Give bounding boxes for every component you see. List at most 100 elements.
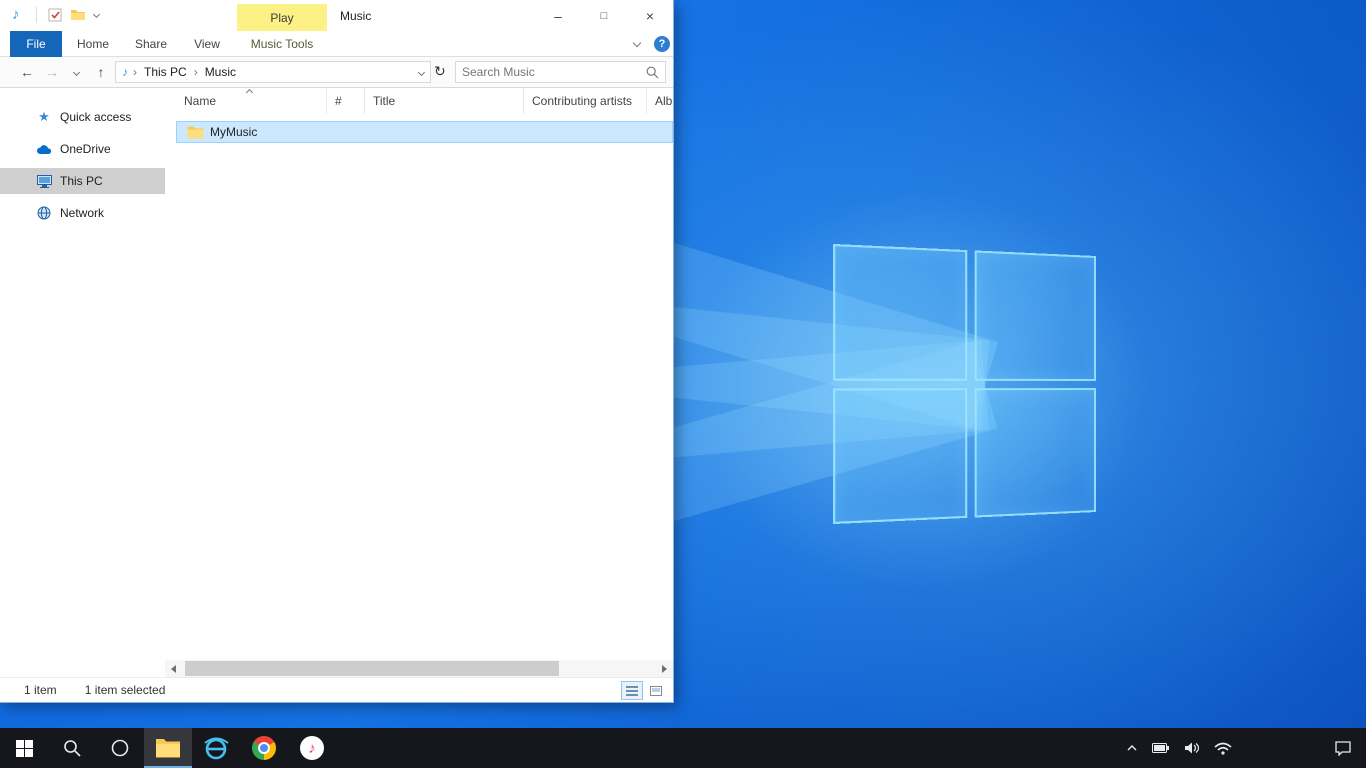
taskbar-internet-explorer-button[interactable] — [192, 728, 240, 768]
contextual-tab-label: Play — [270, 11, 293, 25]
cortana-circle-icon — [110, 738, 130, 758]
contextual-group-music-tools[interactable]: Music Tools — [237, 31, 327, 57]
triangle-left-icon — [171, 665, 176, 673]
window-body: ★ Quick access OneDrive This PC — [0, 88, 673, 677]
navigation-pane: ★ Quick access OneDrive This PC — [0, 88, 165, 677]
help-button[interactable]: ? — [654, 36, 670, 52]
search-input[interactable] — [456, 65, 646, 79]
large-icons-view-icon — [650, 686, 662, 696]
star-icon: ★ — [36, 109, 52, 125]
title-bar[interactable]: ♪ Play Music – □ × — [0, 0, 673, 31]
breadcrumb-music[interactable]: Music — [203, 65, 238, 79]
column-header-contributing-artists[interactable]: Contributing artists — [524, 88, 647, 114]
action-center-button[interactable] — [1334, 728, 1352, 768]
sidebar-item-quick-access[interactable]: ★ Quick access — [0, 104, 165, 130]
search-box — [455, 61, 666, 83]
chrome-icon — [252, 736, 276, 760]
file-explorer-icon — [155, 738, 181, 758]
scrollbar-thumb[interactable] — [185, 661, 559, 676]
breadcrumb-separator: › — [194, 65, 198, 79]
folder-icon — [187, 126, 204, 139]
address-bar[interactable]: ♪ › This PC › Music — [115, 61, 431, 83]
maximize-button[interactable]: □ — [581, 0, 627, 31]
sort-ascending-icon — [246, 89, 253, 96]
recent-locations-chevron-icon[interactable] — [73, 69, 80, 76]
monitor-icon — [36, 173, 52, 189]
minimize-button[interactable]: – — [535, 0, 581, 31]
network-wifi-icon[interactable] — [1214, 742, 1232, 755]
taskbar: ♪ — [0, 728, 1366, 768]
itunes-music-icon: ♪ — [300, 736, 324, 760]
contextual-tab-play[interactable]: Play — [237, 4, 327, 31]
view-buttons — [621, 681, 667, 700]
tab-view[interactable]: View — [184, 31, 230, 57]
app-music-note-icon: ♪ — [12, 6, 20, 24]
column-header-label: Title — [373, 94, 395, 108]
windows-logo-pane — [833, 244, 967, 380]
column-header-label: # — [335, 94, 342, 108]
tab-file[interactable]: File — [10, 31, 62, 57]
windows-logo-pane — [833, 388, 967, 524]
file-name: MyMusic — [210, 125, 257, 139]
column-headers: Name # Title Contributing artists Alb — [165, 88, 673, 114]
details-view-icon — [626, 686, 638, 696]
breadcrumb-this-pc[interactable]: This PC — [142, 65, 189, 79]
ribbon-collapse-chevron-icon[interactable] — [633, 39, 641, 47]
tab-share[interactable]: Share — [128, 31, 174, 57]
selection-count: 1 item selected — [85, 683, 166, 697]
start-button[interactable] — [0, 728, 48, 768]
windows-start-icon — [16, 740, 33, 757]
column-header-number[interactable]: # — [327, 88, 365, 114]
windows-logo — [833, 244, 1096, 524]
taskbar-file-explorer-button[interactable] — [144, 728, 192, 768]
taskbar-itunes-button[interactable]: ♪ — [288, 728, 336, 768]
refresh-button[interactable]: ↻ — [434, 63, 446, 80]
scroll-right-button[interactable] — [656, 660, 673, 677]
horizontal-scrollbar[interactable] — [165, 660, 673, 677]
qat-properties-button[interactable] — [48, 8, 62, 25]
large-icons-view-button[interactable] — [645, 681, 667, 700]
qat-new-folder-button[interactable] — [70, 9, 86, 24]
up-button[interactable]: ↑ — [91, 64, 111, 80]
qat-customize-chevron-down-icon[interactable] — [93, 11, 100, 18]
column-header-album[interactable]: Alb — [647, 88, 673, 114]
column-header-title[interactable]: Title — [365, 88, 524, 114]
column-header-label: Contributing artists — [532, 94, 632, 108]
qat-separator — [36, 7, 37, 23]
sidebar-item-label: OneDrive — [60, 142, 111, 156]
cloud-icon — [36, 141, 52, 157]
status-bar: 1 item 1 item selected — [0, 677, 673, 702]
battery-icon[interactable] — [1152, 742, 1170, 754]
column-header-name[interactable]: Name — [176, 88, 327, 114]
sidebar-item-network[interactable]: Network — [0, 200, 165, 226]
file-explorer-window: ♪ Play Music – □ × File Home Share — [0, 0, 674, 703]
action-center-icon — [1334, 740, 1352, 756]
search-icon — [63, 739, 81, 757]
taskbar-chrome-button[interactable] — [240, 728, 288, 768]
forward-button[interactable]: → — [42, 64, 62, 80]
sidebar-item-onedrive[interactable]: OneDrive — [0, 136, 165, 162]
taskbar-search-button[interactable] — [48, 728, 96, 768]
details-view-button[interactable] — [621, 681, 643, 700]
tab-home[interactable]: Home — [70, 31, 116, 57]
file-row-mymusic[interactable]: MyMusic — [176, 121, 673, 143]
column-header-label: Name — [184, 94, 216, 108]
globe-icon — [36, 205, 52, 221]
search-icon — [646, 66, 659, 79]
item-count: 1 item — [24, 683, 57, 697]
breadcrumb-separator: › — [133, 65, 137, 79]
ribbon-tab-row: File Home Share View Music Tools ? — [0, 31, 673, 57]
scroll-left-button[interactable] — [165, 660, 182, 677]
address-dropdown-chevron-icon[interactable] — [418, 68, 425, 75]
hidden-icons-chevron-up-icon[interactable] — [1126, 744, 1138, 752]
windows-logo-pane — [974, 250, 1096, 380]
sidebar-item-this-pc[interactable]: This PC — [0, 168, 165, 194]
navigation-bar: ← → ↑ ♪ › This PC › Music ↻ — [0, 57, 673, 88]
back-button[interactable]: ← — [17, 64, 37, 80]
cortana-button[interactable] — [96, 728, 144, 768]
windows-logo-pane — [974, 388, 1096, 518]
close-button[interactable]: × — [627, 0, 673, 31]
volume-icon[interactable] — [1184, 741, 1200, 755]
sidebar-item-label: Network — [60, 206, 104, 220]
scrollbar-track[interactable] — [182, 660, 656, 677]
